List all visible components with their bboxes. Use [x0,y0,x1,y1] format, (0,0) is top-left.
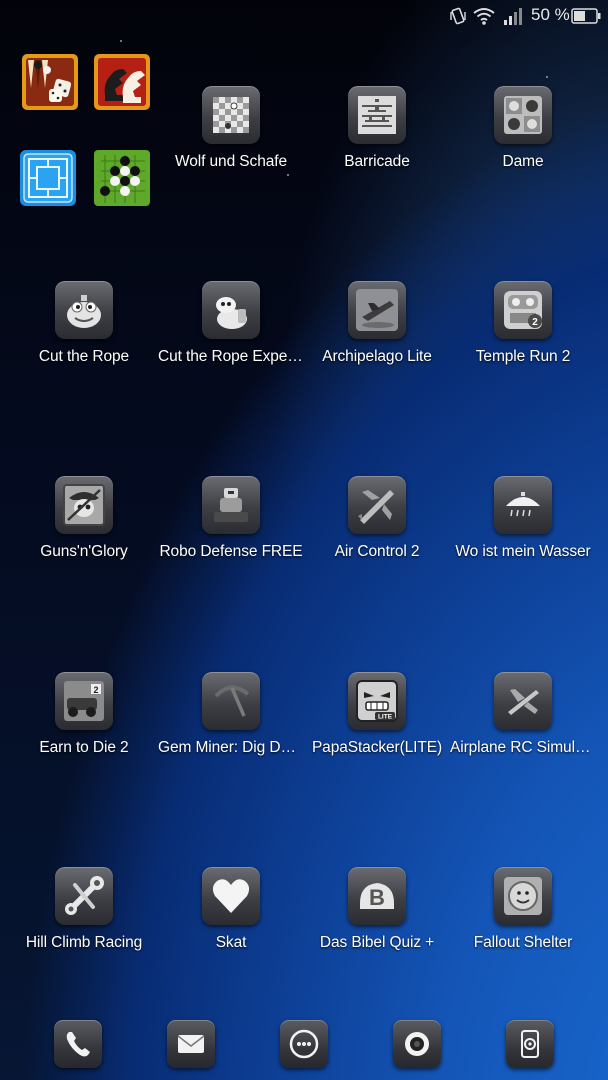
cowboy-skull-icon [63,484,105,526]
car-zombie-icon: 2 [64,681,104,721]
app-label: Fallout Shelter [473,934,573,951]
app-label: Air Control 2 [334,543,420,560]
svg-text:2: 2 [532,317,538,328]
app-archipelago-lite[interactable]: Archipelago Lite [304,281,450,391]
dock-browser[interactable] [506,1020,554,1068]
app-label: Wolf und Schafe [175,153,287,170]
barricade-board-icon [358,96,396,134]
shower-icon [506,492,540,517]
app-label: Robo Defense FREE [159,543,303,560]
svg-text:2: 2 [93,685,98,695]
om-nom-experiments-icon [216,297,247,329]
app-label: Guns'n'Glory [40,543,128,560]
app-guns-n-glory[interactable]: Guns'n'Glory [11,476,157,586]
signal-icon [504,8,522,25]
plane-island-icon [356,289,398,331]
app-drawer-icon [289,1029,319,1059]
battery-icon [571,8,601,24]
folder-chess[interactable] [93,53,151,111]
app-label: Wo ist mein Wasser [455,543,591,560]
app-label: Cut the Rope Experi… [158,348,304,365]
app-air-control-2[interactable]: Air Control 2 [304,476,450,586]
browser-icon [521,1030,539,1058]
app-barricade[interactable]: Barricade [304,86,450,196]
vault-boy-icon [504,877,542,915]
bible-b-icon: B [360,883,394,910]
angry-block-icon: LITE [356,680,398,722]
wrench-icon [65,876,104,915]
app-label: Hill Climb Racing [25,934,143,951]
app-gem-miner[interactable]: Gem Miner: Dig De… [158,672,304,782]
app-label: Das Bibel Quiz + [319,934,435,951]
dame-board-icon [504,96,542,134]
app-label: Gem Miner: Dig De… [158,739,304,756]
app-das-bibel-quiz[interactable]: B Das Bibel Quiz + [304,867,450,977]
app-hill-climb-racing[interactable]: Hill Climb Racing [11,867,157,977]
app-cut-the-rope-experiments[interactable]: Cut the Rope Experi… [158,281,304,391]
heart-icon [212,879,250,913]
dock-mail[interactable] [167,1020,215,1068]
rc-plane-icon [508,689,539,715]
dock-phone[interactable] [54,1020,102,1068]
app-robo-defense[interactable]: Robo Defense FREE [158,476,304,586]
airplane-icon [358,490,394,524]
app-wolf-und-schafe[interactable]: Wolf und Schafe [158,86,304,196]
app-papastacker-lite[interactable]: LITE PapaStacker(LITE) [304,672,450,782]
battery-percentage: 50 % [531,5,570,24]
app-label: PapaStacker(LITE) [311,739,443,756]
app-label: Cut the Rope [38,348,130,365]
checkerboard-icon [213,97,249,133]
chess-icon [94,54,150,110]
robot-icon [214,488,248,522]
app-label: Archipelago Lite [322,348,432,365]
mill-board-icon [20,150,76,206]
wifi-icon [473,8,495,25]
dock-app-drawer[interactable] [280,1020,328,1068]
om-nom-icon [67,295,101,328]
app-temple-run-2[interactable]: 2 Temple Run 2 [450,281,596,391]
svg-text:LITE: LITE [378,714,393,721]
app-fallout-shelter[interactable]: Fallout Shelter [450,867,596,977]
app-label: Temple Run 2 [475,348,571,365]
star [546,76,548,78]
status-bar: 50 % [0,0,608,34]
app-cut-the-rope[interactable]: Cut the Rope [11,281,157,391]
camera-icon [405,1032,429,1056]
app-dame[interactable]: Dame [450,86,596,196]
app-label: Skat [215,934,247,951]
folder-go[interactable] [93,149,151,207]
app-airplane-rc-simulator[interactable]: Airplane RC Simulat… [450,672,596,782]
folder-mill[interactable] [19,149,77,207]
folder-backgammon[interactable] [21,53,79,111]
app-label: Earn to Die 2 [39,739,129,756]
app-label: Barricade [344,153,410,170]
star [120,40,122,42]
backgammon-icon [22,54,78,110]
go-board-icon [94,150,150,206]
app-label: Dame [502,153,544,170]
svg-text:B: B [369,885,385,910]
pickaxe-icon [214,685,250,717]
mail-icon [177,1035,205,1053]
temple-run-icon: 2 [504,291,542,329]
vibrate-icon [450,7,466,25]
app-wo-ist-mein-wasser[interactable]: Wo ist mein Wasser [450,476,596,586]
app-label: Airplane RC Simulat… [450,739,596,756]
phone-icon [66,1032,90,1057]
dock-camera[interactable] [393,1020,441,1068]
app-earn-to-die-2[interactable]: 2 Earn to Die 2 [11,672,157,782]
app-skat[interactable]: Skat [158,867,304,977]
